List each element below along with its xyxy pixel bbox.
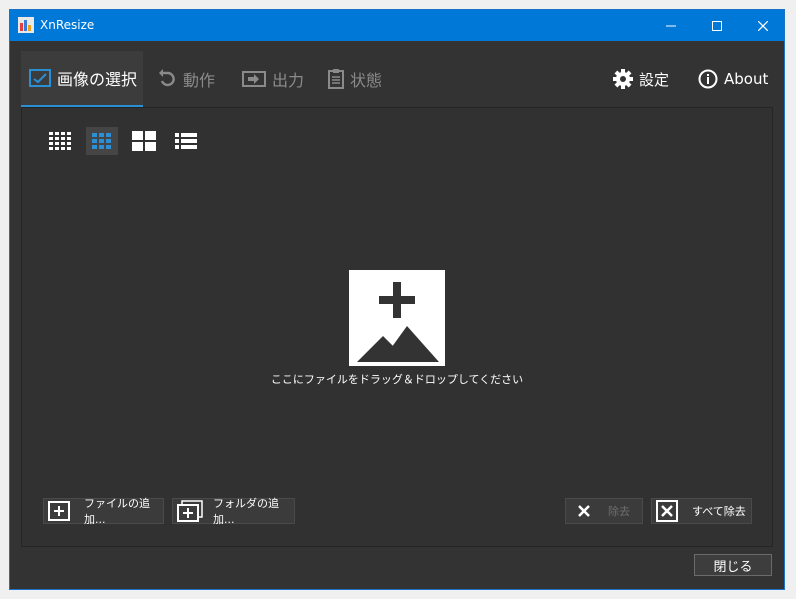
add-files-label: ファイルの追加... (84, 497, 150, 526)
window-title: XnResize (40, 18, 95, 32)
image-select-icon (29, 69, 51, 87)
add-file-icon (48, 501, 70, 521)
remove-button[interactable]: 除去 (565, 498, 643, 524)
list-view-icon (175, 133, 197, 149)
tab-image-select[interactable]: 画像の選択 (21, 51, 143, 107)
medium-grid-icon (92, 133, 111, 149)
close-icon (758, 20, 768, 31)
tab-label: 画像の選択 (57, 70, 138, 89)
app-window: XnResize 画像の選択 動作 出力 状態 設定 About ここにファイル… (9, 9, 785, 590)
about-button[interactable]: About (698, 51, 768, 107)
tab-label: 動作 (183, 71, 216, 90)
about-label: About (724, 70, 769, 88)
add-files-button[interactable]: ファイルの追加... (43, 497, 164, 526)
settings-label: 設定 (639, 70, 670, 89)
close-window-button[interactable] (740, 10, 786, 41)
rotate-icon (159, 69, 175, 87)
tab-status[interactable]: 状態 (328, 51, 382, 107)
gear-icon (613, 69, 633, 89)
settings-button[interactable]: 設定 (613, 51, 669, 107)
remove-all-button[interactable]: すべて除去 (651, 498, 752, 524)
minimize-button[interactable] (648, 10, 694, 41)
remove-x-icon (578, 505, 590, 517)
view-list-button[interactable] (170, 127, 202, 155)
large-grid-icon (132, 131, 156, 151)
minimize-icon (666, 25, 676, 26)
add-folder-label: フォルダの追加... (213, 497, 279, 526)
remove-all-icon (656, 500, 678, 522)
tab-label: 状態 (350, 71, 383, 90)
drop-zone-text: ここにファイルをドラッグ＆ドロップしてください (270, 373, 524, 386)
title-bar[interactable]: XnResize (10, 10, 784, 41)
close-button[interactable]: 閉じる (694, 554, 772, 576)
export-icon (242, 71, 266, 87)
add-folder-icon (177, 500, 203, 522)
maximize-icon (712, 20, 722, 31)
tab-action[interactable]: 動作 (159, 51, 215, 107)
image-select-panel: ここにファイルをドラッグ＆ドロップしてください ファイルの追加... フォルダの… (21, 107, 773, 547)
view-large-grid-button[interactable] (128, 127, 160, 155)
maximize-button[interactable] (694, 10, 740, 41)
app-icon (18, 17, 34, 33)
add-image-icon (357, 282, 439, 362)
add-folder-button[interactable]: フォルダの追加... (172, 497, 295, 526)
tab-bar: 画像の選択 動作 出力 状態 設定 About (10, 41, 784, 107)
drop-zone-image[interactable] (349, 270, 445, 366)
view-small-grid-button[interactable] (44, 127, 76, 155)
clipboard-icon (328, 69, 344, 89)
tab-output[interactable]: 出力 (242, 51, 304, 107)
info-icon (698, 69, 718, 89)
small-grid-icon (49, 132, 71, 150)
tab-label: 出力 (272, 71, 305, 90)
view-medium-grid-button[interactable] (86, 127, 118, 155)
remove-all-label: すべて除去 (692, 505, 746, 518)
remove-label: 除去 (608, 505, 630, 518)
